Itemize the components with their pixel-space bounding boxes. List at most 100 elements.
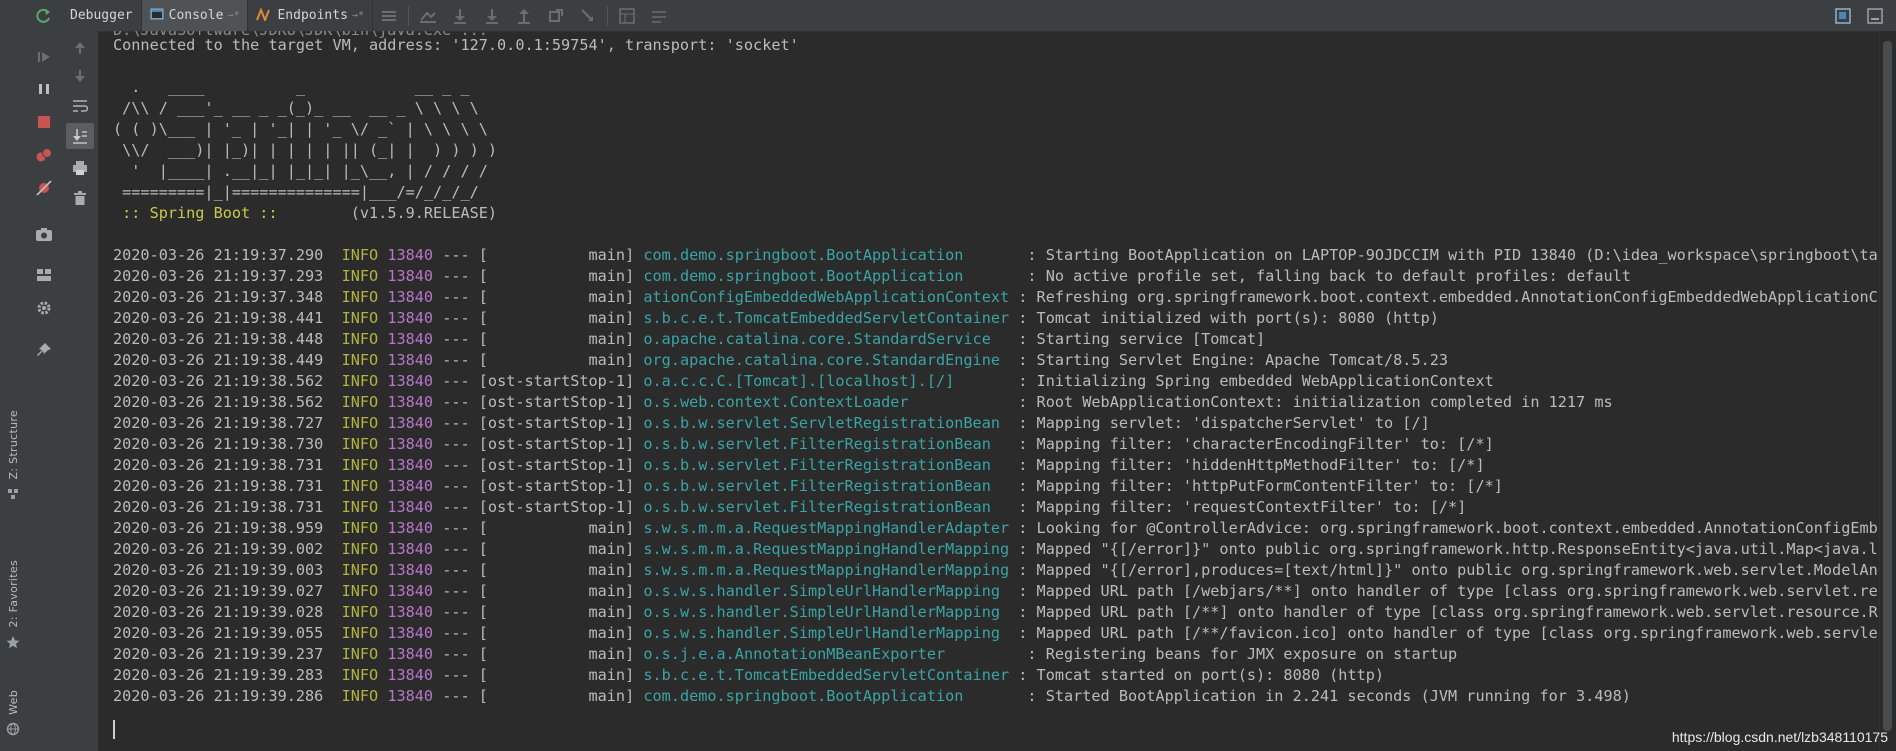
drop-frame-icon[interactable] xyxy=(545,5,567,27)
log-spacer xyxy=(323,309,341,327)
banner-line: =========|_|==============|___/=/_/_/_/ xyxy=(113,183,479,201)
log-spacer xyxy=(323,288,341,306)
scroll-to-end-icon[interactable] xyxy=(66,123,94,149)
log-level: INFO xyxy=(341,540,379,558)
log-spacer xyxy=(378,582,387,600)
log-logger: o.s.web.context.ContextLoader xyxy=(643,393,1010,411)
log-pid: 13840 xyxy=(387,582,434,600)
view-breakpoints-icon[interactable] xyxy=(32,143,56,167)
resume-icon[interactable] xyxy=(32,45,56,69)
log-logger: o.s.w.s.handler.SimpleUrlHandlerMapping xyxy=(643,603,1010,621)
log-thread: --- [ main] xyxy=(433,561,644,579)
scroll-down-icon[interactable] xyxy=(66,63,94,89)
favorites-tool-tab[interactable]: 2: Favorites xyxy=(0,560,26,650)
log-row: 2020-03-26 21:19:38.731 INFO 13840 --- [… xyxy=(113,497,1466,518)
log-spacer xyxy=(323,330,341,348)
log-message: : Mapping filter: 'httpPutFormContentFil… xyxy=(1009,477,1503,495)
print-icon[interactable] xyxy=(66,155,94,181)
log-pid: 13840 xyxy=(387,330,434,348)
log-spacer xyxy=(378,540,387,558)
tab-endpoints[interactable]: Endpoints →* xyxy=(248,0,373,31)
log-thread: --- [ main] xyxy=(433,519,644,537)
log-logger: o.a.c.c.C.[Tomcat].[localhost].[/] xyxy=(643,372,1010,390)
endpoints-icon xyxy=(256,6,272,25)
trace-icon[interactable] xyxy=(648,5,670,27)
log-timestamp: 2020-03-26 21:19:39.027 xyxy=(113,582,324,600)
rerun-icon[interactable] xyxy=(32,4,56,28)
log-spacer xyxy=(323,477,341,495)
log-pid: 13840 xyxy=(387,372,434,390)
mute-breakpoints-icon[interactable] xyxy=(32,176,56,200)
log-timestamp: 2020-03-26 21:19:38.562 xyxy=(113,393,324,411)
log-spacer xyxy=(378,666,387,684)
step-into-icon[interactable] xyxy=(481,5,503,27)
log-row: 2020-03-26 21:19:38.959 INFO 13840 --- [… xyxy=(113,518,1878,539)
log-thread: --- [ost-startStop-1] xyxy=(433,456,644,474)
web-tool-tab[interactable]: Web xyxy=(0,690,26,737)
soft-wrap-icon[interactable] xyxy=(66,93,94,119)
log-timestamp: 2020-03-26 21:19:38.731 xyxy=(113,456,324,474)
log-thread: --- [ main] xyxy=(433,582,644,600)
log-message: : Mapped URL path [/webjars/**] onto han… xyxy=(1009,582,1878,600)
log-thread: --- [ main] xyxy=(433,267,644,285)
log-logger: s.w.s.m.m.a.RequestMappingHandlerAdapter xyxy=(643,519,1010,537)
log-row: 2020-03-26 21:19:38.449 INFO 13840 --- [… xyxy=(113,350,1448,371)
banner-line: \\/ ___)| |_)| | | | | || (_| | ) ) ) ) xyxy=(113,141,498,159)
evaluate-expression-icon[interactable] xyxy=(616,5,638,27)
debugger-controls xyxy=(26,0,63,751)
scroll-up-icon[interactable] xyxy=(66,35,94,61)
log-message: : Starting BootApplication on LAPTOP-9OJ… xyxy=(1018,246,1878,264)
settings-gear-icon[interactable] xyxy=(32,296,56,320)
stop-icon[interactable] xyxy=(32,110,56,134)
log-spacer xyxy=(378,477,387,495)
console-controls xyxy=(62,31,99,751)
log-thread: --- [ main] xyxy=(433,540,644,558)
restore-layout-icon[interactable] xyxy=(1832,5,1854,27)
log-thread: --- [ost-startStop-1] xyxy=(433,393,644,411)
step-out-icon[interactable] xyxy=(513,5,535,27)
banner-line: ' |____| .__|_| |_|_| |_\__, | / / / / xyxy=(113,162,488,180)
log-pid: 13840 xyxy=(387,519,434,537)
log-thread: --- [ main] xyxy=(433,687,644,705)
vertical-scrollbar[interactable] xyxy=(1879,31,1896,751)
log-pid: 13840 xyxy=(387,603,434,621)
log-row: 2020-03-26 21:19:39.055 INFO 13840 --- [… xyxy=(113,623,1878,644)
globe-icon xyxy=(5,721,21,737)
run-to-cursor-icon[interactable] xyxy=(577,5,599,27)
log-logger: org.apache.catalina.core.StandardEngine xyxy=(643,351,1010,369)
scrollbar-thumb[interactable] xyxy=(1883,41,1892,731)
structure-tool-tab[interactable]: Z: Structure xyxy=(0,410,26,502)
log-timestamp: 2020-03-26 21:19:38.959 xyxy=(113,519,324,537)
log-thread: --- [ main] xyxy=(433,309,644,327)
log-spacer xyxy=(323,351,341,369)
log-level: INFO xyxy=(341,603,379,621)
console-output[interactable]: D:\JavaSoftware\JDK8\JDK\bin\java.exe ..… xyxy=(99,31,1878,751)
log-level: INFO xyxy=(341,687,379,705)
log-spacer xyxy=(323,414,341,432)
log-row: 2020-03-26 21:19:37.290 INFO 13840 --- [… xyxy=(113,245,1878,266)
log-pid: 13840 xyxy=(387,645,434,663)
pause-icon[interactable] xyxy=(32,77,56,101)
log-timestamp: 2020-03-26 21:19:39.028 xyxy=(113,603,324,621)
log-pid: 13840 xyxy=(387,561,434,579)
camera-icon[interactable] xyxy=(32,222,56,246)
pin-icon[interactable] xyxy=(32,338,56,362)
log-message: : Mapped URL path [/**] onto handler of … xyxy=(1009,603,1878,621)
log-level: INFO xyxy=(341,624,379,642)
horizontal-scrollbar[interactable] xyxy=(99,743,1878,751)
tab-console[interactable]: Console →* xyxy=(141,0,249,31)
log-spacer xyxy=(323,456,341,474)
step-over-icon[interactable] xyxy=(449,5,471,27)
log-thread: --- [ main] xyxy=(433,624,644,642)
log-row: 2020-03-26 21:19:38.448 INFO 13840 --- [… xyxy=(113,329,1265,350)
log-pid: 13840 xyxy=(387,393,434,411)
show-execution-point-icon[interactable] xyxy=(417,5,439,27)
minimize-icon[interactable] xyxy=(1864,5,1886,27)
clear-all-trash-icon[interactable] xyxy=(66,185,94,211)
log-spacer xyxy=(323,603,341,621)
menu-lines-icon[interactable] xyxy=(378,5,400,27)
tab-debugger[interactable]: Debugger xyxy=(62,0,142,31)
console-tab-label: Console xyxy=(168,8,224,23)
layout-icon[interactable] xyxy=(32,263,56,287)
log-logger: o.s.b.w.servlet.FilterRegistrationBean xyxy=(643,435,1010,453)
